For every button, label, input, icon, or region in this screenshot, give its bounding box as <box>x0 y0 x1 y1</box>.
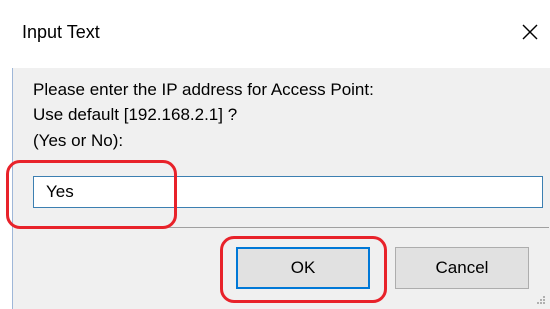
answer-input[interactable] <box>33 176 543 208</box>
resize-grip-icon[interactable] <box>536 295 546 305</box>
prompt-line-2: Use default [192.168.2.1] ? <box>33 105 238 124</box>
ok-button[interactable]: OK <box>236 247 370 289</box>
title-bar[interactable]: Input Text <box>0 0 550 68</box>
dialog-title: Input Text <box>22 22 100 42</box>
dialog-body: Please enter the IP address for Access P… <box>12 68 550 309</box>
close-button[interactable] <box>510 12 550 52</box>
divider <box>27 227 549 228</box>
prompt-line-3: (Yes or No): <box>33 131 124 150</box>
cancel-button[interactable]: Cancel <box>395 247 529 289</box>
prompt-line-1: Please enter the IP address for Access P… <box>33 80 374 99</box>
close-icon <box>522 24 538 40</box>
input-text-dialog: Input Text Please enter the IP address f… <box>0 0 550 309</box>
